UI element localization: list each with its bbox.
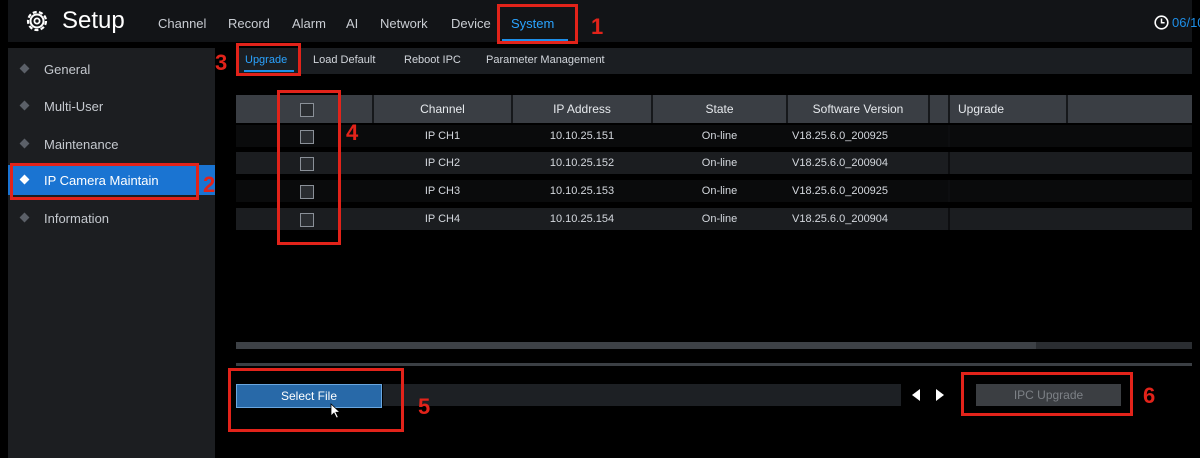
cell-channel: IP CH3 bbox=[424, 185, 461, 197]
column-separator bbox=[1066, 95, 1068, 123]
tab-record[interactable]: Record bbox=[228, 16, 270, 31]
subtab-reboot-ipc[interactable]: Reboot IPC bbox=[404, 54, 461, 66]
cell-ip-address: 10.10.25.151 bbox=[549, 130, 615, 142]
clock-icon bbox=[1154, 15, 1169, 30]
sidebar-item-label: Multi-User bbox=[44, 99, 104, 114]
sidebar-item-label: General bbox=[44, 62, 91, 77]
column-separator bbox=[948, 95, 950, 123]
sidebar-item-information[interactable]: Information bbox=[8, 203, 215, 233]
column-header-software-version: Software Version bbox=[812, 102, 904, 116]
column-separator bbox=[948, 152, 950, 174]
cell-software-version: V18.25.6.0_200904 bbox=[792, 213, 889, 225]
diamond-icon bbox=[19, 212, 30, 223]
file-path-field[interactable] bbox=[383, 384, 901, 406]
annotation-number: 1 bbox=[591, 14, 604, 39]
subtab-load-default[interactable]: Load Default bbox=[313, 54, 375, 66]
sidebar-item-label: Information bbox=[44, 211, 110, 226]
triangle-left-icon[interactable] bbox=[908, 386, 924, 404]
cell-software-version: V18.25.6.0_200925 bbox=[792, 185, 889, 197]
tab-network[interactable]: Network bbox=[380, 16, 428, 31]
triangle-right-icon[interactable] bbox=[932, 386, 948, 404]
column-separator bbox=[948, 125, 950, 147]
table-row[interactable]: IP CH3 10.10.25.153 On-line V18.25.6.0_2… bbox=[236, 180, 1192, 202]
cell-ip-address: 10.10.25.154 bbox=[549, 213, 615, 225]
annotation-number: 3 bbox=[215, 50, 228, 75]
cell-state: On-line bbox=[701, 185, 738, 197]
sidebar-item-label: Maintenance bbox=[44, 137, 119, 152]
cell-upgrade bbox=[952, 180, 1052, 202]
diamond-icon bbox=[19, 63, 30, 74]
sidebar-item-general[interactable]: General bbox=[8, 54, 215, 84]
column-header-ip-address: IP Address bbox=[553, 102, 611, 116]
sidebar: General Multi-User Maintenance IP Camera… bbox=[8, 48, 215, 458]
cell-software-version: V18.25.6.0_200904 bbox=[792, 157, 889, 169]
annotation-box bbox=[236, 43, 301, 76]
diamond-icon bbox=[19, 138, 30, 149]
sidebar-item-maintenance[interactable]: Maintenance bbox=[8, 129, 215, 159]
annotation-box bbox=[497, 4, 578, 44]
table-row[interactable]: IP CH4 10.10.25.154 On-line V18.25.6.0_2… bbox=[236, 208, 1192, 230]
annotation-box bbox=[228, 368, 404, 432]
column-header-channel: Channel bbox=[420, 102, 465, 116]
cell-upgrade bbox=[952, 125, 1052, 147]
cell-state: On-line bbox=[701, 130, 738, 142]
gear-icon[interactable] bbox=[24, 8, 50, 34]
cell-software-version: V18.25.6.0_200925 bbox=[792, 130, 889, 142]
subtab-parameter-management[interactable]: Parameter Management bbox=[486, 54, 605, 66]
sidebar-item-multi-user[interactable]: Multi-User bbox=[8, 91, 215, 121]
cell-upgrade bbox=[952, 208, 1052, 230]
column-separator bbox=[948, 208, 950, 230]
annotation-box bbox=[10, 163, 199, 200]
annotation-box bbox=[277, 90, 341, 245]
subtab-bar bbox=[236, 48, 1192, 74]
column-separator bbox=[928, 95, 930, 123]
divider bbox=[236, 363, 1192, 366]
annotation-number: 4 bbox=[346, 120, 359, 145]
cell-channel: IP CH2 bbox=[424, 157, 461, 169]
tab-channel[interactable]: Channel bbox=[158, 16, 206, 31]
tab-alarm[interactable]: Alarm bbox=[292, 16, 326, 31]
cell-state: On-line bbox=[701, 213, 738, 225]
tab-device[interactable]: Device bbox=[451, 16, 491, 31]
annotation-number: 5 bbox=[418, 394, 431, 419]
page-title: Setup bbox=[62, 7, 125, 34]
date-display: 06/10 bbox=[1172, 15, 1200, 30]
cell-ip-address: 10.10.25.153 bbox=[549, 185, 615, 197]
tab-ai[interactable]: AI bbox=[346, 16, 358, 31]
table-row[interactable]: IP CH2 10.10.25.152 On-line V18.25.6.0_2… bbox=[236, 152, 1192, 174]
column-header-upgrade: Upgrade bbox=[958, 102, 1005, 116]
annotation-box bbox=[961, 372, 1133, 416]
diamond-icon bbox=[19, 100, 30, 111]
column-header-state: State bbox=[705, 102, 734, 116]
scrollbar-thumb[interactable] bbox=[236, 342, 1036, 349]
cell-ip-address: 10.10.25.152 bbox=[549, 157, 615, 169]
cell-upgrade bbox=[952, 152, 1052, 174]
cell-channel: IP CH1 bbox=[424, 130, 461, 142]
table-row[interactable]: IP CH1 10.10.25.151 On-line V18.25.6.0_2… bbox=[236, 125, 1192, 147]
column-separator bbox=[948, 180, 950, 202]
cell-channel: IP CH4 bbox=[424, 213, 461, 225]
cell-state: On-line bbox=[701, 157, 738, 169]
annotation-number: 2 bbox=[203, 172, 216, 197]
annotation-number: 6 bbox=[1143, 383, 1156, 408]
